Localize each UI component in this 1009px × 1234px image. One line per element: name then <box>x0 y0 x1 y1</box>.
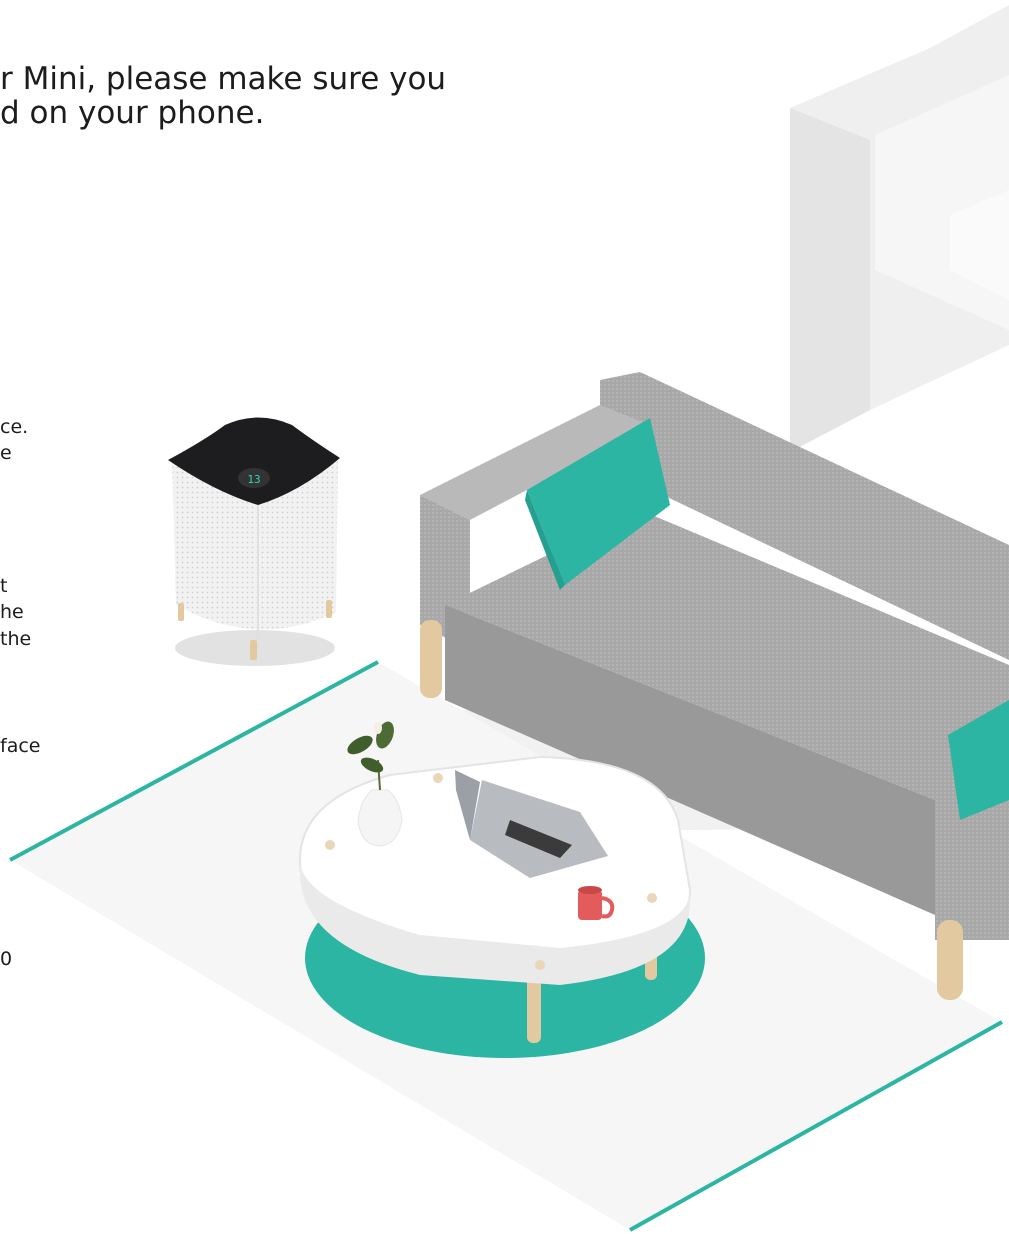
living-room-illustration: 13 <box>9 5 1009 1232</box>
purifier-display: 13 <box>247 473 260 486</box>
air-purifier: 13 <box>168 417 340 666</box>
wall-block <box>790 5 1009 452</box>
